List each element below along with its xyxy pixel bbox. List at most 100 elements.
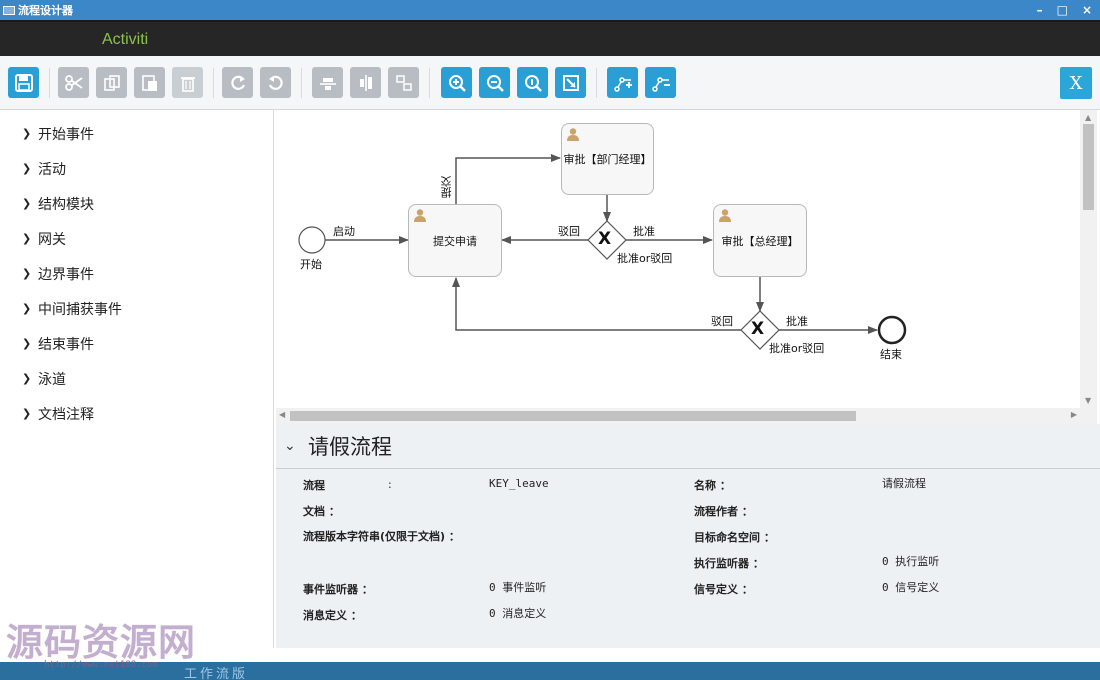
prop-signal-label: 信号定义 ： — [694, 583, 753, 596]
properties-panel: ⌄ 请假流程 流程 : KEY_leave 名称 ： 请假流程 文档 ： 流程作… — [276, 424, 1100, 648]
gateway-2-symbol: X — [751, 319, 765, 339]
task-dept-manager-approval[interactable]: 审批【部门经理】 — [561, 123, 654, 195]
toolbar-separator — [301, 68, 302, 98]
shape-palette: ❯ 开始事件 ❯ 活动 ❯ 结构模块 ❯ 网关 ❯ 边界事件 ❯ 中间捕获事件 ❯ 结束事件 … — [0, 110, 274, 648]
chevron-right-icon: ❯ — [22, 372, 32, 385]
palette-group-activity[interactable]: ❯ 活动 — [0, 151, 273, 186]
prop-event-listener-value[interactable]: 0 事件监听 — [489, 579, 546, 595]
palette-group-structural[interactable]: ❯ 结构模块 — [0, 186, 273, 221]
zoom-fit-button[interactable] — [555, 67, 586, 98]
task-submit-request[interactable]: 提交申请 — [408, 204, 502, 277]
prop-event-listener-label: 事件监听器 ： — [303, 583, 373, 596]
paste-icon — [141, 74, 157, 91]
prop-author-label: 流程作者 ： — [694, 505, 753, 518]
align-horizontal-button[interactable] — [312, 67, 343, 98]
flow-submit-label: 提交 — [440, 176, 453, 198]
zoom-in-icon — [448, 74, 466, 92]
bend-point-remove-icon — [651, 76, 670, 92]
prop-documentation-label: 文档 ： — [303, 505, 340, 518]
palette-group-end-event[interactable]: ❯ 结束事件 — [0, 326, 273, 361]
save-button[interactable] — [8, 67, 39, 98]
flow-submit[interactable] — [455, 154, 561, 204]
prop-message-value[interactable]: 0 消息定义 — [489, 605, 546, 621]
gateway-2-label: 批准or驳回 — [769, 342, 825, 355]
user-icon — [414, 209, 426, 222]
scrollbar-corner — [1080, 408, 1097, 424]
start-event-label: 开始 — [300, 258, 322, 271]
bend-point-add-button[interactable] — [607, 67, 638, 98]
zoom-out-button[interactable] — [479, 67, 510, 98]
close-window-button[interactable]: × — [1082, 3, 1092, 17]
horizontal-scroll-thumb[interactable] — [290, 411, 856, 421]
prop-version-label: 流程版本字符串(仅限于文档) ： — [303, 530, 460, 543]
chevron-down-icon[interactable]: ⌄ — [284, 438, 298, 454]
delete-button[interactable] — [172, 67, 203, 98]
start-event[interactable] — [298, 226, 326, 254]
same-size-icon — [395, 74, 412, 91]
undo-button[interactable] — [260, 67, 291, 98]
prop-execution-listener-label: 执行监听器 ： — [694, 557, 764, 570]
palette-group-boundary-event[interactable]: ❯ 边界事件 — [0, 256, 273, 291]
gateway-1-symbol: X — [598, 229, 612, 249]
toolbar-separator — [429, 68, 430, 98]
task-general-manager-approval[interactable]: 审批【总经理】 — [713, 204, 807, 277]
app-header: Activiti — [0, 20, 1100, 56]
prop-signal-value[interactable]: 0 信号定义 — [882, 579, 939, 595]
align-vertical-button[interactable] — [350, 67, 381, 98]
palette-group-start-event[interactable]: ❯ 开始事件 — [0, 116, 273, 151]
end-event-label: 结束 — [880, 348, 902, 361]
scroll-down-icon[interactable]: ▼ — [1085, 396, 1091, 405]
redo-icon — [230, 75, 245, 90]
chevron-right-icon: ❯ — [22, 197, 32, 210]
same-size-button[interactable] — [388, 67, 419, 98]
zoom-actual-button[interactable] — [517, 67, 548, 98]
vertical-scroll-thumb[interactable] — [1083, 124, 1094, 210]
properties-title: 请假流程 — [308, 435, 392, 459]
save-icon — [14, 73, 33, 92]
maximize-button[interactable]: □ — [1057, 3, 1068, 17]
prop-name-value[interactable]: 请假流程 — [882, 475, 926, 491]
prop-name-label: 名称 ： — [694, 479, 731, 492]
delete-icon — [180, 76, 195, 92]
toolbar: X — [0, 56, 1100, 110]
chevron-right-icon: ❯ — [22, 337, 32, 350]
paste-button[interactable] — [134, 67, 165, 98]
flow-start-label: 启动 — [333, 225, 355, 238]
end-event[interactable] — [877, 315, 907, 345]
copy-button[interactable] — [96, 67, 127, 98]
canvas-horizontal-scrollbar[interactable]: ◀ ▶ — [276, 408, 1080, 424]
cut-icon — [64, 74, 83, 91]
flow-gw2-reject[interactable] — [452, 277, 741, 331]
prop-process-value[interactable]: KEY_leave — [489, 477, 549, 490]
bend-point-remove-button[interactable] — [645, 67, 676, 98]
cut-button[interactable] — [58, 67, 89, 98]
canvas-vertical-scrollbar[interactable]: ▲ ▼ — [1080, 110, 1097, 408]
redo-button[interactable] — [222, 67, 253, 98]
palette-group-gateway[interactable]: ❯ 网关 — [0, 221, 273, 256]
scroll-right-icon[interactable]: ▶ — [1071, 410, 1077, 419]
close-editor-button[interactable]: X — [1060, 67, 1092, 99]
gw1-approve-label: 批准 — [633, 225, 655, 238]
user-icon — [719, 209, 731, 222]
properties-header[interactable]: ⌄ 请假流程 — [276, 424, 1100, 469]
prop-message-label: 消息定义 ： — [303, 609, 362, 622]
chevron-right-icon: ❯ — [22, 232, 32, 245]
toolbar-separator — [49, 68, 50, 98]
watermark-logo: 源码资源网 — [6, 620, 196, 664]
diagram-canvas[interactable]: X X 提交申请 审批【部门经理】 审批【总经理】 开始 结束 启动 提交 驳回… — [276, 110, 1100, 408]
prop-execution-listener-value[interactable]: 0 执行监听 — [882, 553, 939, 569]
brand-logo: Activiti — [102, 31, 149, 48]
zoom-in-button[interactable] — [441, 67, 472, 98]
scroll-up-icon[interactable]: ▲ — [1085, 113, 1091, 122]
palette-group-swimlane[interactable]: ❯ 泳道 — [0, 361, 273, 396]
minimize-button[interactable]: – — [1037, 3, 1043, 17]
chevron-right-icon: ❯ — [22, 407, 32, 420]
align-vertical-icon — [359, 74, 372, 91]
gw2-approve-label: 批准 — [786, 315, 808, 328]
palette-group-intermediate-catch[interactable]: ❯ 中间捕获事件 — [0, 291, 273, 326]
watermark-url: http://www.net188.com — [44, 660, 158, 670]
scroll-left-icon[interactable]: ◀ — [279, 410, 285, 419]
toolbar-separator — [596, 68, 597, 98]
palette-group-annotation[interactable]: ❯ 文档注释 — [0, 396, 273, 431]
copy-icon — [103, 74, 120, 91]
